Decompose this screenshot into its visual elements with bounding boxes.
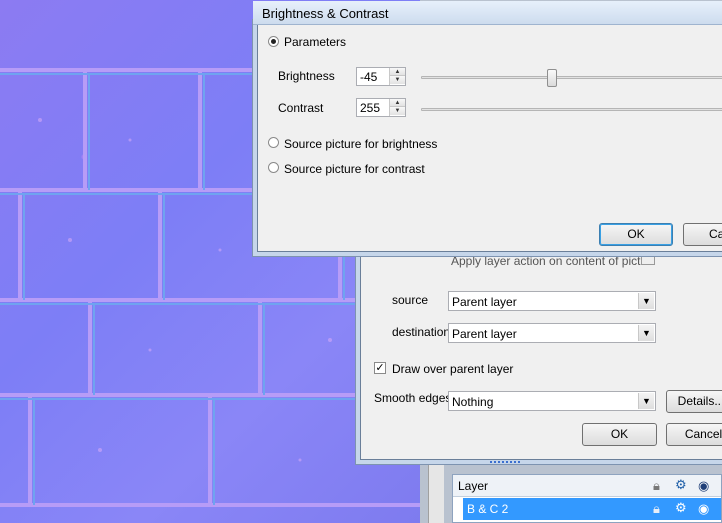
arrow-down-icon[interactable]: ▼: [390, 107, 405, 115]
contrast-value: 255: [360, 101, 381, 115]
lock-icon[interactable]: 🔒︎: [653, 479, 660, 493]
parameters-radio[interactable]: [268, 36, 279, 47]
description-dropdown-arrow[interactable]: [641, 253, 655, 265]
layer-name: B & C 2: [467, 502, 509, 516]
layers-panel: Layer 🔒︎ ⚙ ◉ B & C 2 🔒︎ ⚙ ◉: [452, 474, 722, 523]
dialog-title: Brightness & Contrast: [262, 6, 389, 21]
smooth-edges-select[interactable]: Nothing ▼: [448, 391, 656, 411]
eye-icon[interactable]: ◉: [698, 479, 709, 493]
eye-icon[interactable]: ◉: [698, 502, 709, 516]
brightness-contrast-dialog: Brightness & Contrast Parameters Brightn…: [253, 1, 722, 252]
source-contrast-radio[interactable]: [268, 162, 279, 173]
brightness-slider-track[interactable]: [421, 76, 722, 79]
layer-action-dialog: Apply layer action on content of pictu s…: [360, 250, 722, 460]
source-select[interactable]: Parent layer ▼: [448, 291, 656, 311]
source-contrast-label: Source picture for contrast: [284, 162, 425, 176]
layer-cancel-button[interactable]: Cancel: [666, 423, 722, 446]
layer-column-label: Layer: [458, 479, 489, 493]
contrast-spinbox[interactable]: 255 ▲ ▼: [356, 98, 406, 117]
contrast-slider-track[interactable]: [421, 108, 722, 111]
arrow-up-icon[interactable]: ▲: [390, 99, 405, 107]
source-brightness-label: Source picture for brightness: [284, 137, 438, 151]
contrast-label: Contrast: [278, 101, 324, 115]
contrast-spin-arrows[interactable]: ▲ ▼: [389, 99, 405, 116]
source-label: source: [392, 293, 429, 307]
destination-label: destination: [392, 325, 451, 339]
destination-select-value: Parent layer: [452, 327, 517, 341]
arrow-down-icon[interactable]: ▼: [390, 76, 405, 84]
layer-row-selected[interactable]: B & C 2 🔒︎ ⚙ ◉: [463, 498, 721, 520]
lock-icon[interactable]: 🔒︎: [653, 502, 660, 516]
layer-ok-button[interactable]: OK: [582, 423, 657, 446]
canvas-scrollbar[interactable]: [428, 455, 444, 523]
layer-action-description: Apply layer action on content of pictu: [451, 254, 648, 268]
bc-ok-button[interactable]: OK: [599, 223, 673, 246]
arrow-up-icon[interactable]: ▲: [390, 68, 405, 76]
brightness-label: Brightness: [278, 69, 335, 83]
bc-cancel-button[interactable]: Can: [683, 223, 722, 246]
chevron-down-icon: ▼: [638, 293, 654, 309]
parameters-label: Parameters: [284, 35, 347, 49]
toolbar-dots: [490, 461, 520, 464]
chevron-down-icon: ▼: [638, 325, 654, 341]
destination-select[interactable]: Parent layer ▼: [448, 323, 656, 343]
source-brightness-radio[interactable]: [268, 137, 279, 148]
draw-over-label: Draw over parent layer: [392, 362, 514, 376]
gear-icon[interactable]: ⚙: [675, 478, 687, 492]
chevron-down-icon: ▼: [638, 393, 654, 409]
brightness-spinbox[interactable]: -45 ▲ ▼: [356, 67, 406, 86]
brightness-value: -45: [360, 70, 378, 84]
smooth-edges-value: Nothing: [452, 395, 494, 409]
details-button[interactable]: Details...: [666, 390, 722, 413]
draw-over-checkbox[interactable]: ✓: [374, 362, 386, 374]
brightness-spin-arrows[interactable]: ▲ ▼: [389, 68, 405, 85]
source-select-value: Parent layer: [452, 295, 517, 309]
gear-icon[interactable]: ⚙: [675, 501, 687, 515]
dialog-titlebar[interactable]: Brightness & Contrast: [253, 1, 722, 25]
brightness-slider-thumb[interactable]: [547, 69, 557, 87]
layers-header: Layer 🔒︎ ⚙ ◉: [453, 475, 721, 497]
smooth-edges-label: Smooth edges: [374, 391, 452, 405]
